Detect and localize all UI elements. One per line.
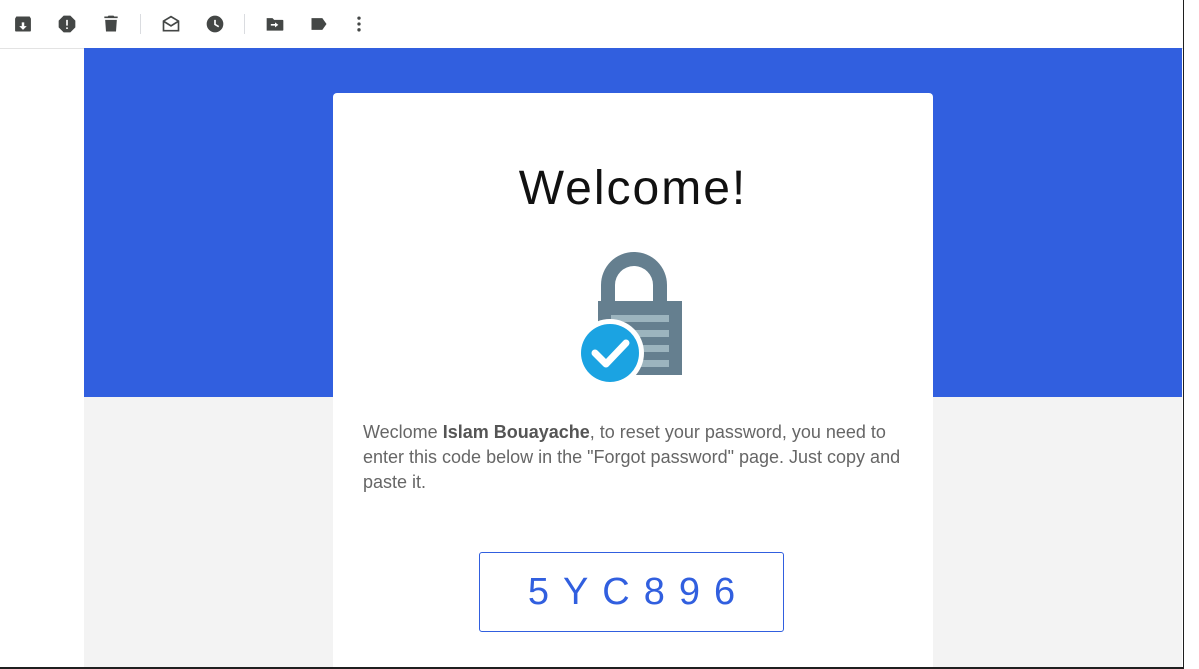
move-to-icon xyxy=(266,18,284,31)
greeting-prefix: Weclome xyxy=(363,422,443,442)
report-spam-button[interactable] xyxy=(55,12,79,36)
reset-message: Weclome Islam Bouayache, to reset your p… xyxy=(363,420,908,495)
toolbar-divider xyxy=(140,14,141,34)
report-spam-icon xyxy=(58,15,76,33)
window-edge xyxy=(1183,0,1184,669)
delete-button[interactable] xyxy=(99,12,123,36)
mark-unread-button[interactable] xyxy=(159,12,183,36)
more-options-button[interactable] xyxy=(347,12,371,36)
email-body: Welcome! Weclome Islam Bouayache, to res… xyxy=(84,48,1182,667)
label-button[interactable] xyxy=(307,12,331,36)
archive-icon xyxy=(15,16,31,32)
toolbar-divider xyxy=(244,14,245,34)
archive-button[interactable] xyxy=(11,12,35,36)
delete-icon xyxy=(104,15,118,32)
snooze-icon xyxy=(206,15,224,33)
mark-unread-icon xyxy=(162,15,180,32)
label-icon xyxy=(311,18,327,30)
email-toolbar xyxy=(0,0,1184,49)
snooze-button[interactable] xyxy=(203,12,227,36)
move-to-button[interactable] xyxy=(263,12,287,36)
more-icon xyxy=(357,16,361,32)
reset-code-box[interactable]: 5YC896 xyxy=(479,552,784,632)
email-card: Welcome! Weclome Islam Bouayache, to res… xyxy=(333,93,933,667)
lock-check-icon xyxy=(579,252,682,383)
welcome-heading: Welcome! xyxy=(518,162,748,215)
user-name: Islam Bouayache xyxy=(442,422,590,442)
reset-code[interactable]: 5YC896 xyxy=(514,571,749,614)
